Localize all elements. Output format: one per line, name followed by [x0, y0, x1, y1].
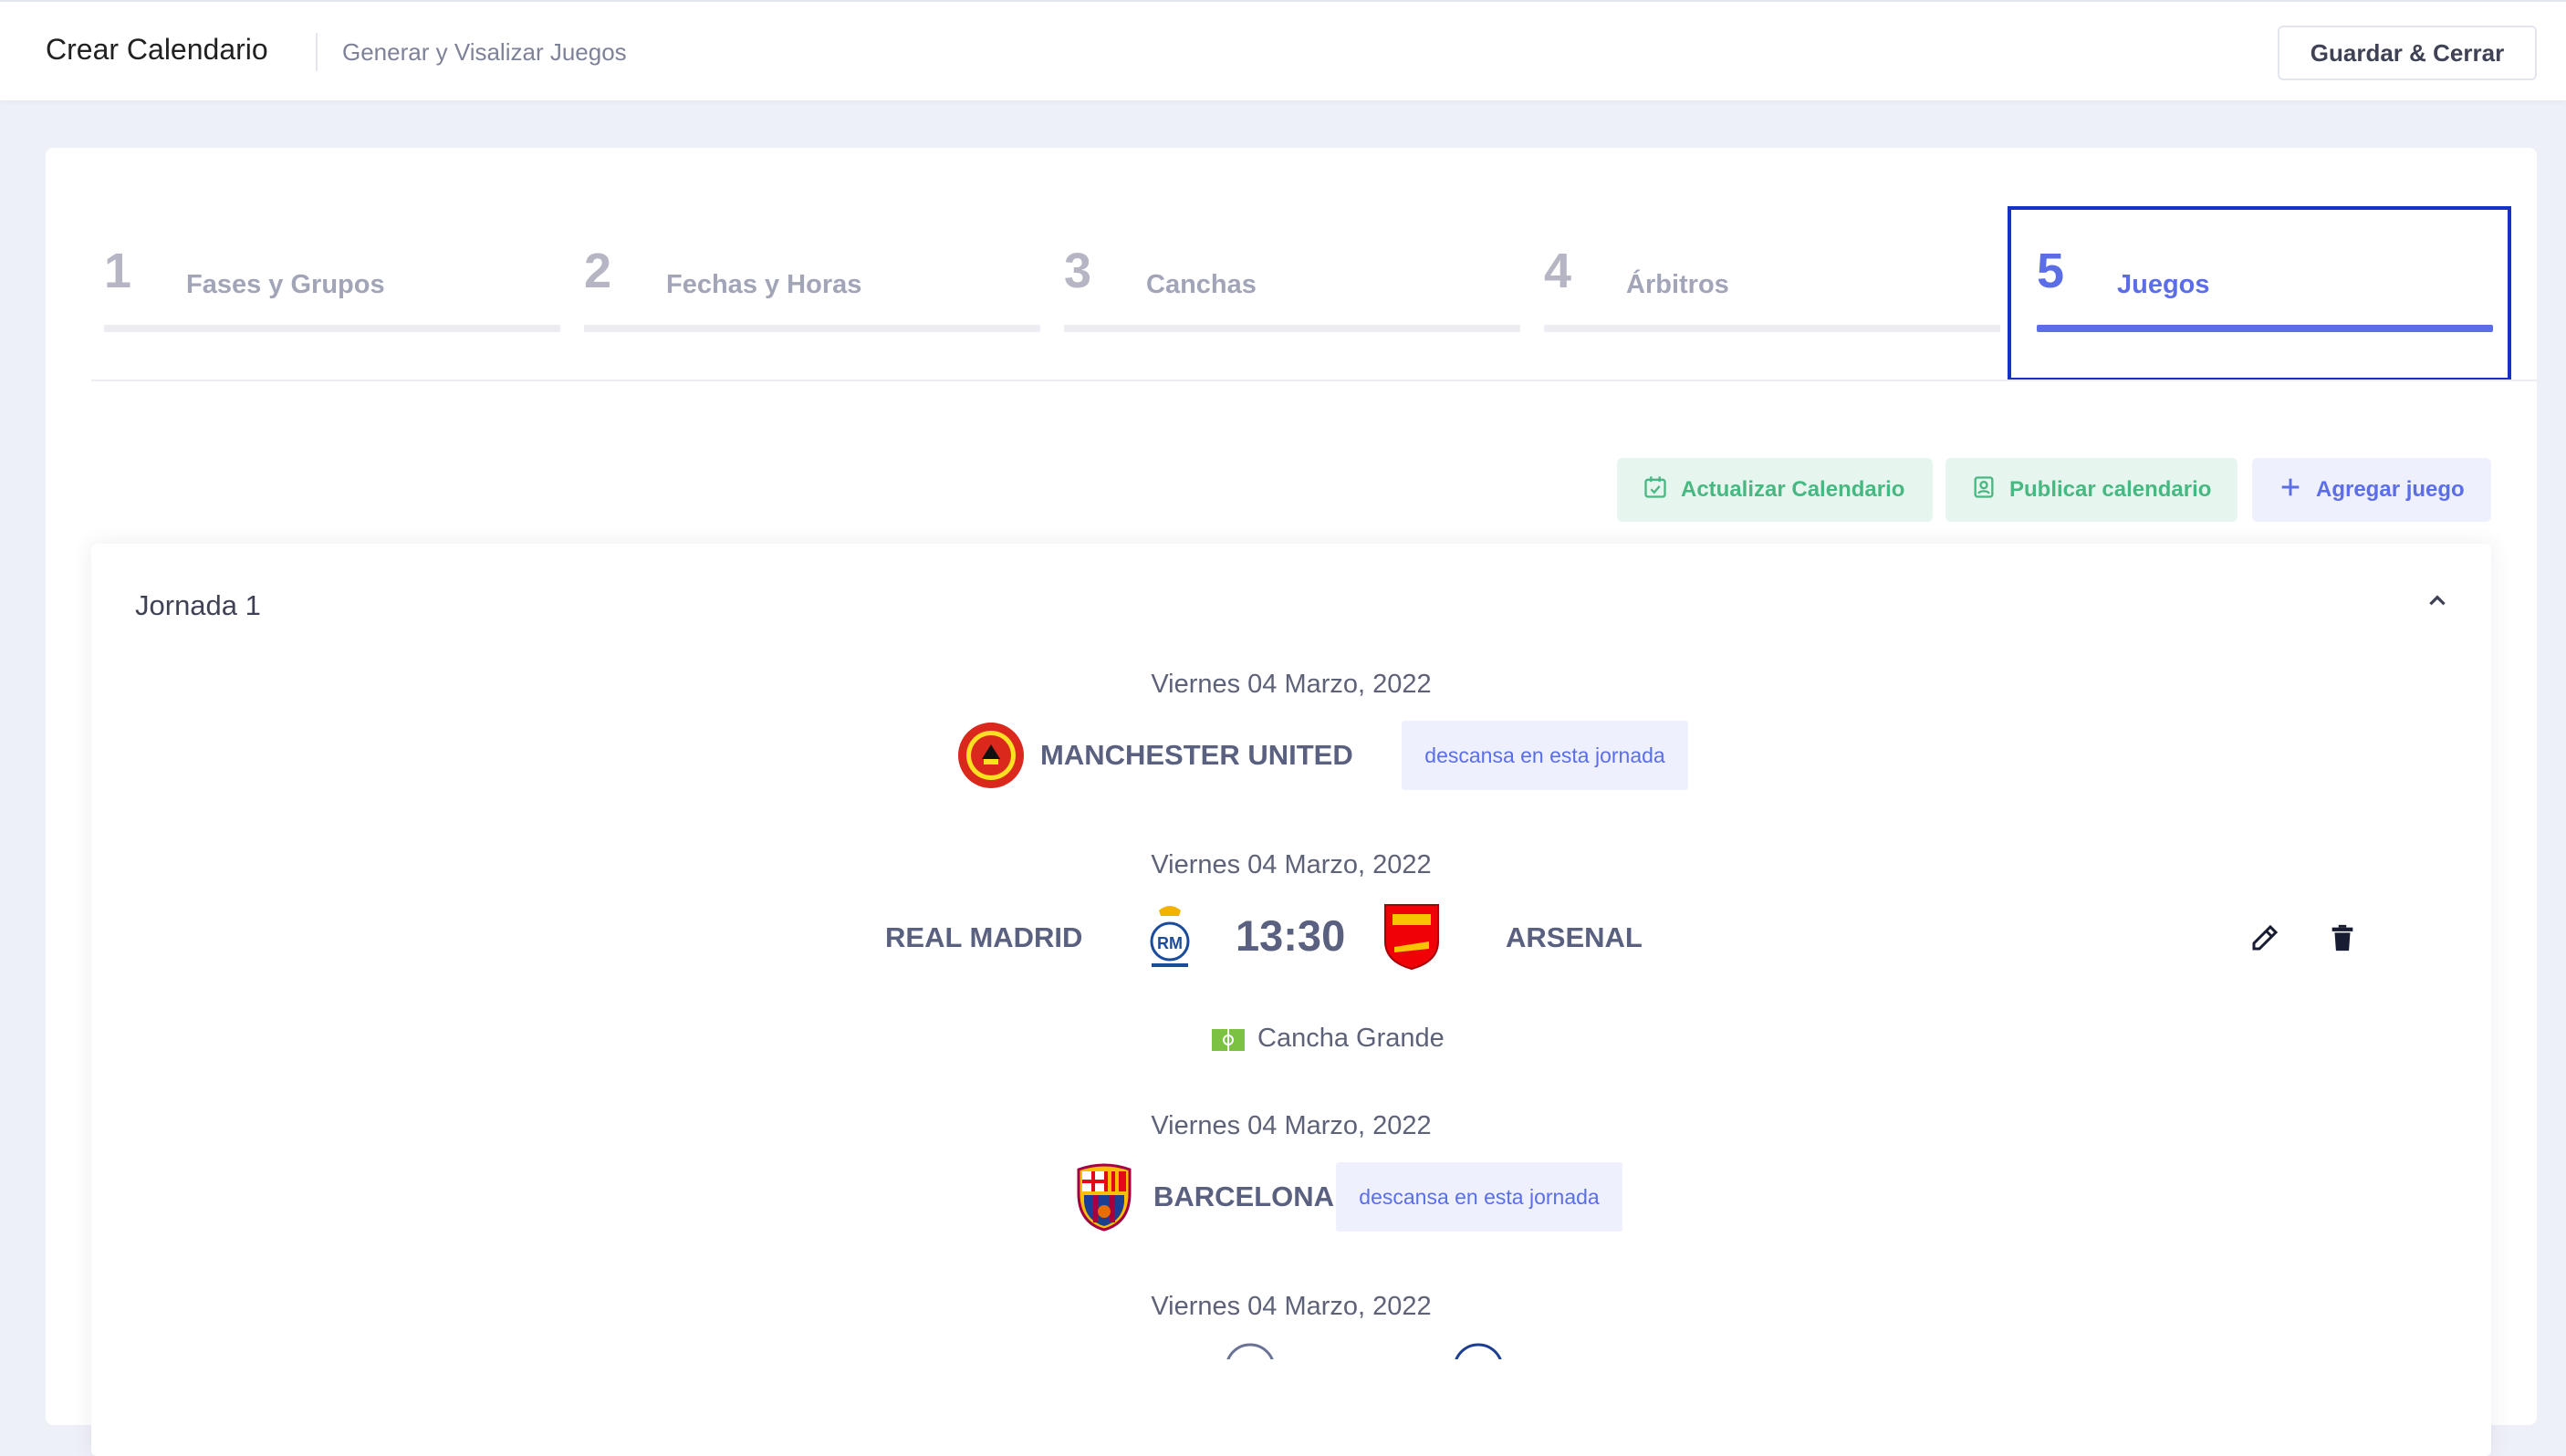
- step-canchas[interactable]: 3 Canchas: [1053, 243, 1535, 352]
- step-number: 2: [584, 244, 612, 298]
- step-fases-grupos[interactable]: 1 Fases y Grupos: [93, 243, 575, 352]
- step-number: 4: [1544, 244, 1572, 298]
- active-step-highlight: [2008, 206, 2511, 381]
- step-number: 3: [1064, 244, 1092, 298]
- plus-icon: [2278, 474, 2303, 506]
- rest-row: MANCHESTER UNITED descansa en esta jorna…: [91, 721, 2491, 794]
- jornada-panel: Jornada 1 Viernes 04 Marzo, 2022 MANCHES…: [91, 544, 2491, 1456]
- save-close-button[interactable]: Guardar & Cerrar: [2278, 26, 2537, 80]
- page-title: Crear Calendario: [46, 33, 268, 66]
- publish-calendar-button[interactable]: Publicar calendario: [1945, 458, 2237, 522]
- svg-text:RM: RM: [1157, 934, 1183, 952]
- rest-badge: descansa en esta jornada: [1402, 721, 1688, 790]
- match-date: Viernes 04 Marzo, 2022: [1151, 850, 1432, 879]
- match-date: Viernes 04 Marzo, 2022: [1151, 670, 1432, 699]
- id-card-icon: [1971, 474, 1997, 506]
- step-progress-bar: [104, 325, 560, 332]
- home-team-name: REAL MADRID: [885, 921, 1083, 953]
- calendar-check-icon: [1643, 474, 1668, 506]
- team-crest-icon: [1453, 1343, 1504, 1359]
- barcelona-crest-icon: [1073, 1162, 1135, 1236]
- team-name: MANCHESTER UNITED: [1040, 739, 1353, 771]
- step-label: Árbitros: [1626, 270, 1729, 299]
- match-date: Viernes 04 Marzo, 2022: [1151, 1111, 1432, 1140]
- team-crest-icon: [1225, 1343, 1276, 1359]
- match-row: REAL MADRID RM 13:30 ARSENAL: [91, 900, 2491, 982]
- update-calendar-label: Actualizar Calendario: [1681, 477, 1905, 502]
- chevron-up-icon[interactable]: [2425, 589, 2449, 613]
- update-calendar-button[interactable]: Actualizar Calendario: [1617, 458, 1933, 522]
- real-madrid-crest-icon: RM: [1144, 903, 1195, 977]
- page-subtitle: Generar y Visalizar Juegos: [342, 38, 627, 66]
- step-progress-bar: [1064, 325, 1520, 332]
- wizard-divider: [91, 380, 2537, 381]
- step-label: Fases y Grupos: [186, 270, 385, 299]
- main-card: 1 Fases y Grupos 2 Fechas y Horas 3 Canc…: [46, 148, 2537, 1456]
- pencil-icon[interactable]: [2248, 921, 2281, 959]
- venue-row: Cancha Grande: [91, 1024, 2491, 1069]
- arsenal-crest-icon: [1382, 901, 1442, 975]
- title-divider: [316, 33, 318, 71]
- venue-name: Cancha Grande: [1257, 1024, 1445, 1053]
- jornada-title: Jornada 1: [135, 589, 261, 621]
- manchester-united-crest-icon: [956, 721, 1026, 795]
- step-number: 1: [104, 244, 132, 298]
- add-game-label: Agregar juego: [2316, 477, 2465, 502]
- step-label: Fechas y Horas: [666, 270, 862, 299]
- top-bar: Crear Calendario Generar y Visalizar Jue…: [0, 0, 2566, 100]
- team-name: BARCELONA: [1153, 1180, 1335, 1212]
- step-arbitros[interactable]: 4 Árbitros: [1533, 243, 2015, 352]
- step-progress-bar: [584, 325, 1040, 332]
- step-progress-bar: [1544, 325, 2000, 332]
- rest-row: BARCELONA descansa en esta jornada: [91, 1162, 2491, 1235]
- add-game-button[interactable]: Agregar juego: [2252, 458, 2491, 522]
- trash-icon[interactable]: [2327, 921, 2358, 959]
- step-fechas-horas[interactable]: 2 Fechas y Horas: [573, 243, 1055, 352]
- match-row: [91, 1341, 2491, 1359]
- soccer-field-icon: [1210, 1027, 1246, 1057]
- away-team-name: ARSENAL: [1506, 921, 1643, 953]
- publish-calendar-label: Publicar calendario: [2009, 477, 2212, 502]
- step-label: Canchas: [1146, 270, 1257, 299]
- match-time: 13:30: [1236, 911, 1346, 960]
- match-date: Viernes 04 Marzo, 2022: [1151, 1292, 1432, 1321]
- rest-badge: descansa en esta jornada: [1336, 1162, 1622, 1232]
